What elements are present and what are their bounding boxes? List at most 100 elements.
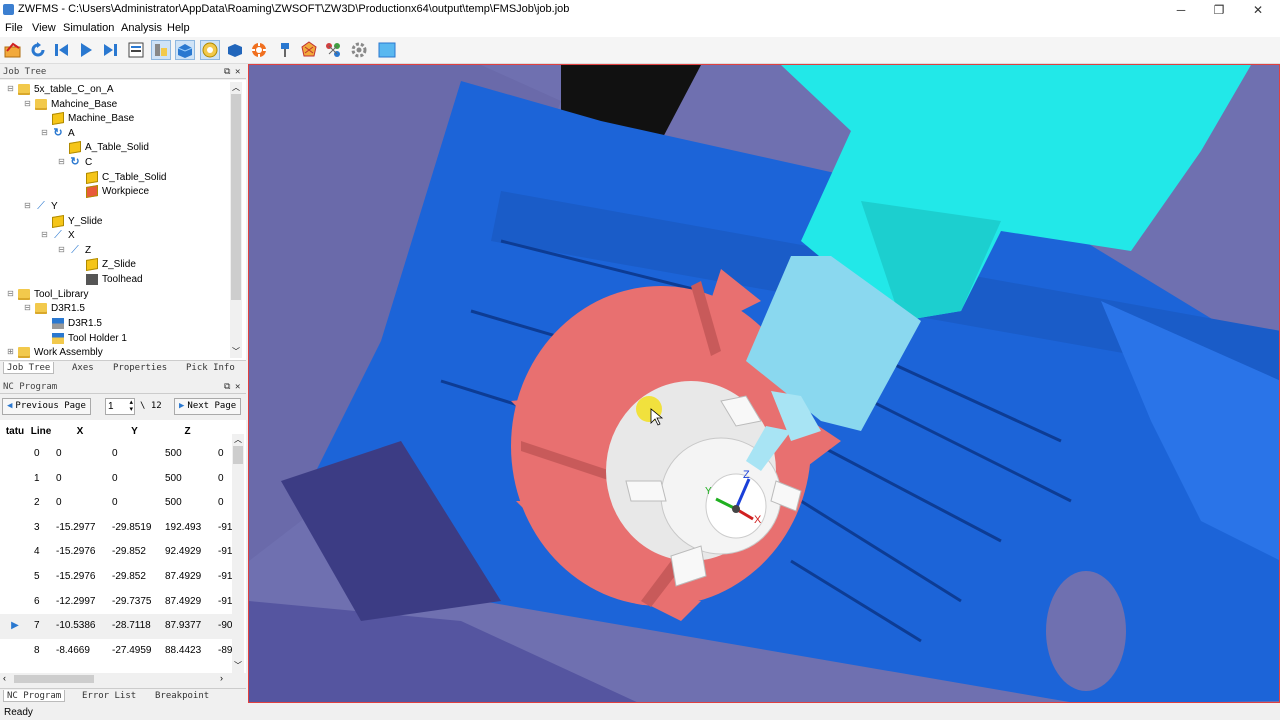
tree-item[interactable]: ⊟ D3R1.5 [23, 301, 85, 315]
open-job-icon[interactable] [3, 40, 23, 60]
collapse-icon[interactable]: ⊟ [23, 99, 32, 109]
collapse-icon[interactable]: ⊟ [57, 245, 66, 255]
table-row[interactable]: 5 -15.2976 -29.852 87.4929 -91 [0, 565, 232, 590]
menu-analysis[interactable]: Analysis [121, 22, 162, 34]
collapse-icon[interactable]: ⊟ [23, 303, 32, 313]
collapse-icon[interactable]: ⊟ [57, 157, 66, 167]
tab-axes[interactable]: Axes [72, 362, 94, 374]
col-a[interactable] [214, 420, 232, 444]
restore-button[interactable]: ❐ [1204, 2, 1234, 18]
tree-item[interactable]: Toolhead [74, 272, 143, 286]
table-row[interactable]: 3 -15.2977 -29.8519 192.493 -91 [0, 516, 232, 541]
tree-item[interactable]: ⊟ Mahcine_Base [23, 97, 117, 111]
tree-item[interactable]: Workpiece [74, 184, 149, 198]
close-panel-icon[interactable]: ✕ [235, 65, 240, 79]
tab-pick-info[interactable]: Pick Info [186, 362, 235, 374]
menu-simulation[interactable]: Simulation [63, 22, 114, 34]
col-z[interactable]: Z [161, 420, 214, 444]
scroll-up-icon[interactable]: ︿ [232, 434, 244, 445]
tree-item[interactable]: ⊞ Work Assembly [6, 345, 103, 359]
scroll-right-icon[interactable]: › [220, 673, 223, 683]
table-row[interactable]: 1 0 0 500 0 [0, 467, 232, 492]
window-icon[interactable] [377, 40, 397, 60]
gear-icon[interactable] [349, 40, 369, 60]
tree-item[interactable]: ⊟ ↻ C [57, 155, 92, 169]
tab-breakpoint[interactable]: Breakpoint [155, 690, 209, 702]
tree-item[interactable]: D3R1.5 [40, 316, 102, 330]
tree-item[interactable]: ⊟ ⟋ Z [57, 243, 91, 257]
tab-properties[interactable]: Properties [113, 362, 167, 374]
spin-icon[interactable]: ▴ ▾ [129, 399, 133, 413]
tab-error-list[interactable]: Error List [82, 690, 136, 702]
table-row[interactable]: 2 0 0 500 0 [0, 491, 232, 516]
collapse-icon[interactable]: ⊟ [6, 84, 15, 94]
lifebuoy-icon[interactable] [249, 40, 269, 60]
tree-item[interactable]: ⊟ ⟋ Y [23, 199, 58, 213]
table-row[interactable]: 6 -12.2997 -29.7375 87.4929 -91 [0, 590, 232, 615]
tree-item[interactable]: Tool Holder 1 [40, 331, 127, 345]
col-line[interactable]: Line [30, 420, 52, 444]
close-button[interactable]: ✕ [1243, 2, 1273, 18]
job-tree-scrollbar[interactable]: ︿ ﹀ [230, 82, 242, 358]
tree-item[interactable]: Z_Slide [74, 257, 136, 271]
tree-item[interactable]: A_Table_Solid [57, 140, 149, 154]
page-input[interactable]: 1 ▴ ▾ [105, 398, 135, 415]
menu-view[interactable]: View [32, 22, 56, 34]
scroll-up-icon[interactable]: ︿ [231, 82, 241, 92]
collapse-icon[interactable]: ⊟ [40, 230, 49, 240]
scroll-thumb[interactable] [233, 446, 243, 464]
tree-item[interactable]: C_Table_Solid [74, 170, 167, 184]
tree-item[interactable]: ⊟ 5x_table_C_on_A [6, 82, 114, 96]
table-row[interactable]: 4 -15.2976 -29.852 92.4929 -91 [0, 540, 232, 565]
col-status[interactable]: tatu [0, 420, 30, 444]
next-page-button[interactable]: ▶ Next Page [174, 398, 242, 415]
collapse-icon [74, 173, 83, 182]
tab-nc-program[interactable]: NC Program [3, 690, 66, 702]
tree-item[interactable]: ⊟ ↻ A [40, 126, 75, 140]
scroll-thumb[interactable] [231, 94, 241, 300]
tree-item[interactable]: Y_Slide [40, 214, 102, 228]
scroll-down-icon[interactable]: ﹀ [231, 346, 241, 356]
table-cell: 0 [112, 472, 118, 484]
minimize-button[interactable]: ─ [1166, 2, 1196, 18]
stock-icon[interactable] [225, 40, 245, 60]
tree-item[interactable]: ⊟ Tool_Library [6, 287, 88, 301]
tab-job-tree[interactable]: Job Tree [3, 362, 55, 374]
collapse-icon[interactable]: ⊟ [6, 289, 15, 299]
machine-view-icon[interactable] [151, 40, 171, 60]
collapse-icon[interactable]: ⊟ [23, 201, 32, 211]
collapse-icon[interactable]: ⊟ [40, 128, 49, 138]
expand-icon[interactable]: ⊞ [6, 347, 15, 357]
collapse-icon [74, 275, 83, 284]
connect-icon[interactable] [323, 40, 343, 60]
report-icon[interactable] [126, 40, 146, 60]
table-row[interactable]: ▶ 7 -10.5386 -28.7118 87.9377 -90 [0, 614, 232, 639]
workpiece-icon[interactable] [200, 40, 220, 60]
tool-icon[interactable] [275, 40, 295, 60]
scroll-thumb[interactable] [14, 675, 94, 683]
go-start-icon[interactable] [52, 40, 72, 60]
close-panel-icon[interactable]: ✕ [235, 380, 240, 394]
col-x[interactable]: X [52, 420, 108, 444]
pin-icon[interactable]: ⧉ [224, 65, 230, 79]
3d-viewport[interactable]: Z Y X [248, 64, 1280, 703]
refresh-icon[interactable] [28, 40, 48, 60]
nc-table-hscrollbar[interactable]: ‹ › [0, 673, 246, 685]
shaded-icon[interactable] [175, 40, 195, 60]
tree-item-label: A [68, 127, 75, 139]
tree-item[interactable]: Machine_Base [40, 111, 134, 125]
scroll-down-icon[interactable]: ﹀ [232, 660, 244, 671]
scroll-left-icon[interactable]: ‹ [3, 673, 6, 683]
nc-table-scrollbar[interactable]: ︿ ﹀ [232, 434, 244, 673]
previous-page-button[interactable]: ◀ Previous Page [2, 398, 91, 415]
tree-item[interactable]: ⊟ ⟋ X [40, 228, 75, 242]
menu-help[interactable]: Help [167, 22, 190, 34]
collision-icon[interactable] [299, 40, 319, 60]
menu-file[interactable]: File [5, 22, 23, 34]
play-icon[interactable] [76, 40, 96, 60]
col-y[interactable]: Y [108, 420, 161, 444]
table-row[interactable]: 8 -8.4669 -27.4959 88.4423 -89 [0, 639, 232, 664]
table-row[interactable]: 0 0 0 500 0 [0, 442, 232, 467]
pin-icon[interactable]: ⧉ [224, 380, 230, 394]
go-end-icon[interactable] [100, 40, 120, 60]
